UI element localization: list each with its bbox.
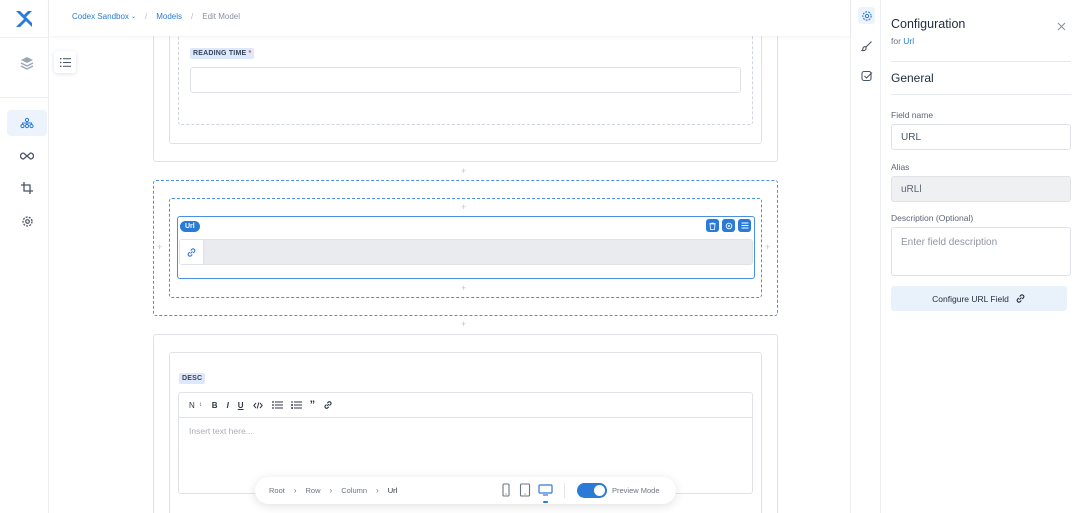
layers-icon[interactable] (7, 50, 47, 76)
link-icon (1016, 294, 1025, 303)
breadcrumb-current: Edit Model (202, 12, 241, 21)
add-field-plus-bottom[interactable]: + (461, 284, 466, 293)
brush-icon (860, 40, 872, 51)
left-rail (0, 0, 49, 513)
add-row-plus[interactable]: + (461, 167, 466, 176)
configuration-panel: Configuration for Url General Field name… (881, 0, 1080, 513)
bottom-toolbar: Root › Row › Column › Url Preview Mode (255, 477, 676, 504)
mobile-icon[interactable] (500, 483, 512, 497)
preview-mode-label: Preview Mode (612, 486, 660, 495)
gear-icon (725, 222, 732, 229)
breadcrumb-project[interactable]: Codex Sandbox (72, 12, 129, 21)
element-path: Root › Row › Column › Url (269, 486, 397, 495)
select-arrows-icon[interactable]: ↕ (199, 402, 202, 408)
trash-icon (709, 222, 716, 230)
format-select[interactable]: N (189, 401, 195, 410)
rte-placeholder: Insert text here... (189, 426, 253, 436)
url-input[interactable] (179, 239, 753, 265)
panel-subtitle: for Url (891, 36, 915, 46)
add-row-plus-2[interactable]: + (461, 320, 466, 329)
checkbox-icon (860, 70, 872, 81)
field-name-label: Field name (891, 110, 934, 120)
close-icon[interactable] (1057, 18, 1066, 36)
preview-mode-toggle[interactable] (577, 483, 607, 498)
chevron-right-icon: › (329, 486, 333, 495)
tab-style[interactable] (858, 37, 875, 54)
list-icon (59, 57, 71, 67)
desktop-icon[interactable] (538, 483, 553, 497)
path-column[interactable]: Column (341, 486, 367, 495)
path-root[interactable]: Root (269, 486, 285, 495)
italic-button[interactable]: I (227, 401, 229, 410)
add-column-plus-right[interactable]: + (765, 243, 770, 252)
link-icon (180, 240, 204, 264)
rte-toolbar: N ↕ B I U ” (189, 400, 333, 411)
delete-field-button[interactable] (706, 219, 719, 232)
numbered-list-icon[interactable] (290, 401, 302, 409)
quote-icon[interactable]: ” (310, 400, 316, 411)
panel-subtitle-link[interactable]: Url (903, 36, 914, 46)
bold-button[interactable]: B (212, 401, 218, 410)
model-canvas: READING TIME * + + + Url + + + DESC N ↕ … (49, 36, 850, 513)
alias-label: Alias (891, 162, 910, 172)
crop-icon[interactable] (7, 175, 47, 201)
breadcrumb-models[interactable]: Models (156, 12, 182, 21)
section-title: General (891, 71, 934, 85)
code-icon[interactable] (252, 401, 263, 409)
panel-tab-strip (850, 0, 881, 513)
models-icon[interactable] (7, 110, 47, 136)
description-label: Description (Optional) (891, 213, 974, 223)
settings-icon[interactable] (7, 208, 47, 234)
app-logo[interactable] (13, 9, 35, 29)
panel-title: Configuration (891, 17, 966, 31)
field-name-input[interactable]: URL (891, 124, 1071, 150)
link-icon[interactable] (323, 400, 333, 410)
configure-url-field-button[interactable]: Configure URL Field (891, 286, 1067, 311)
path-row[interactable]: Row (306, 486, 321, 495)
description-textarea[interactable]: Enter field description (891, 227, 1071, 276)
add-column-plus-left[interactable]: + (157, 243, 162, 252)
device-switcher (500, 483, 553, 503)
field-settings-button[interactable] (722, 219, 735, 232)
field-menu-button[interactable] (738, 219, 751, 232)
breadcrumb: Codex Sandbox ⌄ / Models / Edit Model (72, 12, 241, 21)
gear-icon (861, 10, 872, 21)
tablet-icon[interactable] (519, 483, 531, 497)
alias-input: uRLl (891, 176, 1071, 202)
top-bar: Codex Sandbox ⌄ / Models / Edit Model (49, 0, 850, 36)
active-device-indicator (543, 501, 548, 503)
underline-button[interactable]: U (238, 401, 244, 410)
field-label-desc: DESC (179, 373, 206, 384)
infinity-icon[interactable] (7, 143, 47, 169)
reading-time-input[interactable] (190, 67, 741, 93)
path-url[interactable]: Url (388, 486, 398, 495)
menu-icon (741, 222, 748, 229)
tab-validation[interactable] (858, 67, 875, 84)
field-label-reading-time: READING TIME * (190, 48, 255, 59)
tab-configuration[interactable] (858, 7, 875, 24)
chevron-right-icon: › (376, 486, 379, 495)
outline-toggle-button[interactable] (54, 51, 76, 73)
chevron-down-icon[interactable]: ⌄ (131, 13, 136, 20)
field-tag-url: Url (180, 221, 200, 232)
chevron-right-icon: › (293, 486, 297, 495)
bullet-list-icon[interactable] (271, 401, 283, 409)
